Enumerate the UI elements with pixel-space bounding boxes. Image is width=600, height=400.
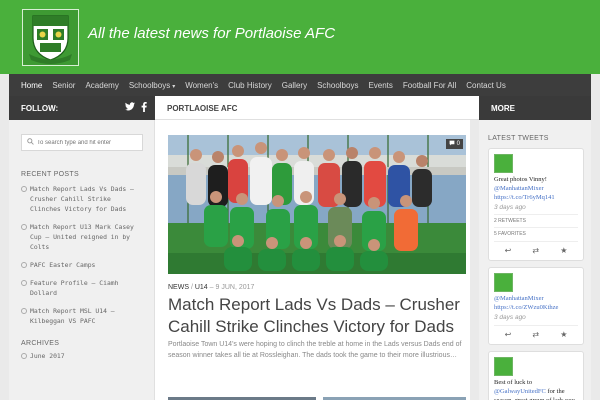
meta-separator: – — [209, 284, 214, 291]
tweet-age: 3 days ago — [494, 204, 526, 211]
favorite-count: 5 FAVORITES — [494, 227, 578, 237]
tweet-mention-link[interactable]: @GalwayUnitedFC — [494, 388, 546, 395]
main-nav: Home Senior Academy Schoolboys ▾ Women's … — [9, 74, 591, 96]
club-crest-logo[interactable] — [22, 9, 79, 66]
circle-bullet-icon — [21, 353, 27, 359]
nav-item-club-history[interactable]: Club History — [228, 81, 272, 90]
circle-bullet-icon — [21, 186, 27, 192]
facebook-icon[interactable] — [141, 102, 147, 115]
list-item[interactable]: PAFC Easter Camps — [21, 260, 142, 270]
list-item[interactable]: Feature Profile – Ciamh Dollard — [21, 278, 142, 298]
circle-bullet-icon — [21, 262, 27, 268]
search-icon — [27, 138, 34, 147]
nav-item-schoolboys-dropdown[interactable]: Schoolboys ▾ — [129, 81, 175, 90]
archive-link[interactable]: June 2017 — [30, 351, 65, 361]
category-link-news[interactable]: NEWS — [168, 284, 189, 291]
recent-post-link[interactable]: Feature Profile – Ciamh Dollard — [30, 278, 142, 298]
search-box[interactable] — [21, 134, 143, 151]
latest-tweets-title: LATEST TWEETS — [488, 135, 549, 142]
retweet-icon[interactable]: ⇄ — [532, 330, 539, 339]
circle-bullet-icon — [21, 308, 27, 314]
avatar[interactable] — [494, 273, 513, 292]
site-tagline: All the latest news for Portlaoise AFC — [88, 25, 336, 42]
nav-item-schoolboys[interactable]: Schoolboys — [317, 81, 358, 90]
comment-count-badge[interactable]: 0 — [445, 139, 463, 149]
tweet-url-link[interactable]: https://t.co/Tr6yMq141 — [494, 194, 555, 201]
chevron-down-icon: ▾ — [172, 83, 176, 90]
tweet-mention-link[interactable]: @ManhattanMixer — [494, 185, 544, 192]
nav-item-gallery[interactable]: Gallery — [282, 81, 307, 90]
tweet-actions: ↩ ⇄ ★ — [494, 241, 578, 255]
comment-count: 0 — [456, 141, 460, 147]
section-bar-row: FOLLOW: PORTLAOISE AFC MORE — [9, 96, 591, 120]
social-links — [125, 102, 147, 115]
retweet-icon[interactable]: ⇄ — [532, 246, 539, 255]
nav-item-schoolboys-label: Schoolboys — [128, 80, 171, 90]
tweet-body: Best of luck to — [494, 379, 533, 386]
more-bar: MORE — [479, 96, 591, 120]
nav-item-womens[interactable]: Women's — [185, 81, 218, 90]
tweet-card: Great photos Vinny! @ManhattanMixer http… — [488, 148, 584, 261]
nav-item-senior[interactable]: Senior — [52, 81, 75, 90]
avatar[interactable] — [494, 154, 513, 173]
recent-posts-title: RECENT POSTS — [21, 171, 79, 178]
tweet-age: 3 days ago — [494, 314, 526, 321]
left-sidebar: RECENT POSTS Match Report Lads Vs Dads –… — [9, 120, 155, 400]
archives-title: ARCHIVES — [21, 340, 60, 347]
recent-post-link[interactable]: Match Report U13 Mark Casey Cup – United… — [30, 222, 142, 252]
right-sidebar: LATEST TWEETS Great photos Vinny! @Manha… — [479, 120, 591, 400]
archive-item[interactable]: June 2017 — [21, 351, 142, 361]
twitter-icon[interactable] — [125, 102, 135, 115]
post-title-link[interactable]: Match Report Lads Vs Dads – Crusher Cahi… — [168, 294, 464, 338]
nav-item-academy[interactable]: Academy — [85, 81, 118, 90]
circle-bullet-icon — [21, 224, 27, 230]
tweet-body: Great photos Vinny! — [494, 176, 547, 183]
tweet-mention-link[interactable]: @ManhattanMixer — [494, 295, 544, 302]
list-item[interactable]: Match Report MSL U14 – Kilbeggan VS PAFC — [21, 306, 142, 326]
list-item[interactable]: Match Report U13 Mark Casey Cup – United… — [21, 222, 142, 252]
follow-bar: FOLLOW: — [9, 96, 155, 120]
recent-post-link[interactable]: Match Report Lads Vs Dads – Crusher Cahi… — [30, 184, 142, 214]
comment-icon — [449, 140, 455, 148]
main-content: 0 NEWS / U14 – 9 JUN, 2017 Match Report … — [155, 120, 470, 400]
search-input[interactable] — [37, 139, 137, 146]
tweet-text: @ManhattanMixer https://t.co/ZWzu0Kthze — [494, 294, 578, 312]
nav-item-football-for-all[interactable]: Football For All — [403, 81, 456, 90]
tweet-text: Best of luck to @GalwayUnitedFC for the … — [494, 378, 578, 400]
section-title: PORTLAOISE AFC — [155, 96, 479, 120]
nav-item-contact-us[interactable]: Contact Us — [466, 81, 506, 90]
featured-team-photo[interactable]: 0 — [168, 135, 466, 274]
tweet-url-link[interactable]: https://t.co/ZWzu0Kthze — [494, 304, 558, 311]
reply-icon[interactable]: ↩ — [505, 330, 512, 339]
tweet-text: Great photos Vinny! @ManhattanMixer http… — [494, 175, 578, 202]
retweet-count: 2 RETWEETS — [494, 214, 578, 224]
post-date: 9 JUN, 2017 — [215, 284, 255, 291]
post-meta: NEWS / U14 – 9 JUN, 2017 — [168, 284, 254, 291]
category-link-u14[interactable]: U14 — [195, 284, 208, 291]
tweet-actions: ↩ ⇄ ★ — [494, 325, 578, 339]
follow-label: FOLLOW: — [21, 104, 59, 113]
post-excerpt: Portlaoise Town U14's were hoping to cli… — [168, 341, 462, 359]
recent-post-link[interactable]: PAFC Easter Camps — [30, 260, 95, 270]
nav-item-events[interactable]: Events — [368, 81, 392, 90]
tweet-card: @ManhattanMixer https://t.co/ZWzu0Kthze … — [488, 267, 584, 345]
recent-post-link[interactable]: Match Report MSL U14 – Kilbeggan VS PAFC — [30, 306, 142, 326]
star-icon[interactable]: ★ — [560, 330, 567, 339]
site-header: All the latest news for Portlaoise AFC — [0, 0, 600, 74]
reply-icon[interactable]: ↩ — [505, 246, 512, 255]
tweet-card: Best of luck to @GalwayUnitedFC for the … — [488, 351, 584, 400]
list-item[interactable]: Match Report Lads Vs Dads – Crusher Cahi… — [21, 184, 142, 214]
recent-posts-list: Match Report Lads Vs Dads – Crusher Cahi… — [21, 184, 142, 326]
nav-item-home[interactable]: Home — [21, 81, 42, 90]
meta-separator: / — [190, 284, 193, 291]
circle-bullet-icon — [21, 280, 27, 286]
avatar[interactable] — [494, 357, 513, 376]
star-icon[interactable]: ★ — [560, 246, 567, 255]
